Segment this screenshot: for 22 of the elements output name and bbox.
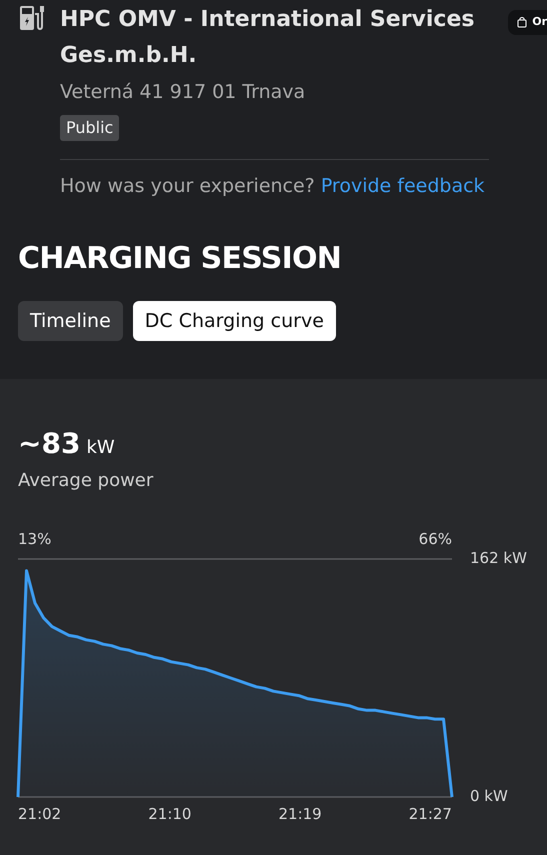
average-power-value: ~83 xyxy=(18,426,80,462)
station-address: Veterná 41 917 01 Trnava xyxy=(60,80,306,105)
tab[interactable]: DC Charging curve xyxy=(132,301,336,341)
tab[interactable]: Timeline xyxy=(18,301,123,341)
feedback-question: How was your experience? xyxy=(60,174,316,196)
time-label: 21:19 xyxy=(278,804,322,824)
bag-icon xyxy=(516,16,528,28)
section-title: CHARGING SESSION xyxy=(17,240,342,278)
y-axis-label: 0 kW xyxy=(470,786,508,806)
public-badge: Public xyxy=(60,114,120,140)
station-name: HPC OMV - International Services Ges.m.b.H. xyxy=(60,6,476,70)
time-label: 21:27 xyxy=(408,804,452,824)
feedback-link[interactable]: Provide feedback xyxy=(320,174,485,196)
y-axis-label: 162 kW xyxy=(470,548,527,568)
charging-station-icon xyxy=(18,4,46,32)
floating-button[interactable]: Or xyxy=(508,10,547,34)
time-label: 21:02 xyxy=(18,804,62,824)
average-power-label: Average power xyxy=(18,469,154,493)
average-power-unit: kW xyxy=(86,436,115,460)
time-label: 21:10 xyxy=(148,804,192,824)
start-soc: 13% xyxy=(18,529,52,550)
end-soc: 66% xyxy=(418,529,452,550)
